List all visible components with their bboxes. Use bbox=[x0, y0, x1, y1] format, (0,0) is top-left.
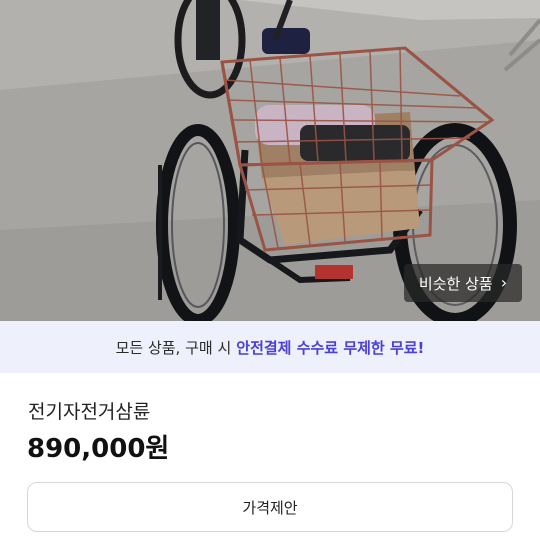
price-offer-label: 가격제안 bbox=[242, 498, 298, 517]
chevron-right-icon: › bbox=[500, 273, 508, 292]
product-photo[interactable]: 비슷한 상품 › bbox=[0, 0, 540, 321]
safe-payment-banner[interactable]: 모든 상품, 구매 시 안전결제 수수료 무제한 무료! bbox=[0, 321, 540, 373]
product-title: 전기자전거삼륜 bbox=[28, 401, 151, 423]
price-offer-button[interactable]: 가격제안 bbox=[27, 482, 513, 532]
similar-products-label: 비슷한 상품 bbox=[418, 274, 493, 293]
banner-highlight: 안전결제 수수료 무제한 무료! bbox=[236, 338, 425, 357]
banner-text: 모든 상품, 구매 시 bbox=[115, 338, 232, 357]
similar-products-button[interactable]: 비슷한 상품 › bbox=[404, 264, 522, 302]
product-price: 890,000원 bbox=[27, 434, 170, 464]
